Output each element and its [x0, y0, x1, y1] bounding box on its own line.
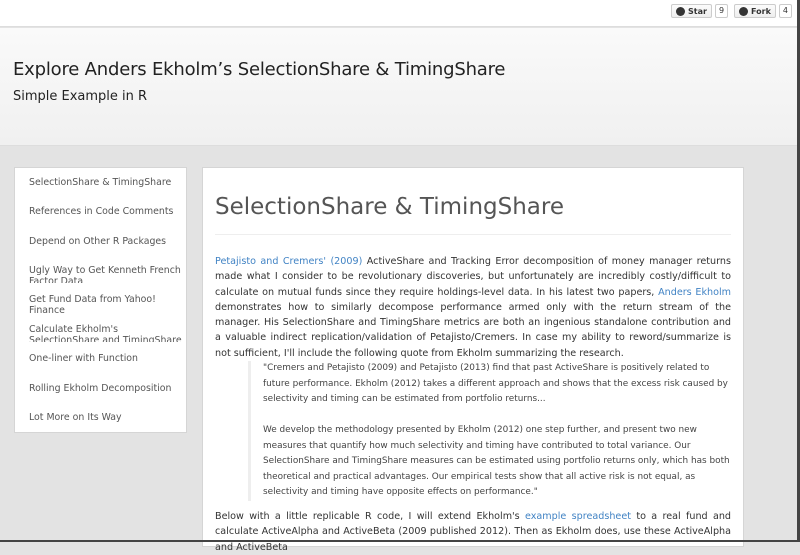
anders-ekholm-link[interactable]: Anders Ekholm [658, 287, 731, 298]
fork-button[interactable]: Fork [734, 4, 776, 18]
code-intro-paragraph: Below with a little replicable R code, I… [215, 509, 731, 555]
text: Below with a little replicable R code, I… [215, 511, 526, 522]
sidebar-item[interactable]: Get Fund Data from Yahoo! Finance [29, 294, 184, 316]
sidebar-item[interactable]: Calculate Ekholm's SelectionShare and Ti… [29, 324, 184, 342]
sidebar-item[interactable]: References in Code Comments [29, 206, 184, 228]
section-title: SelectionShare & TimingShare [215, 194, 564, 220]
page-header: Explore Anders Ekholm’s SelectionShare &… [0, 28, 797, 146]
star-label: Star [688, 6, 707, 16]
quote-paragraph: "Cremers and Petajisto (2009) and Petaji… [263, 363, 728, 404]
divider [215, 234, 731, 235]
github-fork[interactable]: Fork 4 [734, 4, 792, 18]
sidebar-item[interactable]: SelectionShare & TimingShare [29, 177, 184, 199]
example-spreadsheet-link[interactable]: example spreadsheet [525, 511, 631, 522]
intro-paragraph: Petajisto and Cremers' (2009) ActiveShar… [215, 254, 731, 361]
github-icon [676, 6, 685, 16]
star-button[interactable]: Star [671, 4, 712, 18]
main-content: SelectionShare & TimingShare Petajisto a… [202, 167, 744, 553]
sidebar-item[interactable]: Lot More on Its Way [29, 412, 184, 434]
github-star[interactable]: Star 9 [671, 4, 729, 18]
text: demonstrates how to similarly decompose … [215, 301, 731, 359]
top-bar: Star 9 Fork 4 [0, 0, 797, 27]
page-title: Explore Anders Ekholm’s SelectionShare &… [13, 59, 506, 80]
fork-count[interactable]: 4 [778, 4, 792, 18]
ekholm-quote: "Cremers and Petajisto (2009) and Petaji… [248, 361, 736, 501]
sidebar-item[interactable]: Ugly Way to Get Kenneth French Factor Da… [29, 265, 184, 283]
sidebar-item[interactable]: Rolling Ekholm Decomposition [29, 383, 184, 405]
sidebar-item[interactable]: Depend on Other R Packages [29, 236, 184, 258]
github-icon [739, 6, 748, 16]
quote-paragraph: We develop the methodology presented by … [263, 425, 730, 497]
page-subtitle: Simple Example in R [13, 89, 148, 104]
fork-label: Fork [751, 6, 771, 16]
sidebar-item[interactable]: One-liner with Function [29, 353, 184, 375]
sidebar-toc: SelectionShare & TimingShare References … [14, 167, 187, 433]
star-count[interactable]: 9 [714, 4, 729, 18]
petajisto-cremers-link[interactable]: Petajisto and Cremers' (2009) [215, 256, 362, 267]
